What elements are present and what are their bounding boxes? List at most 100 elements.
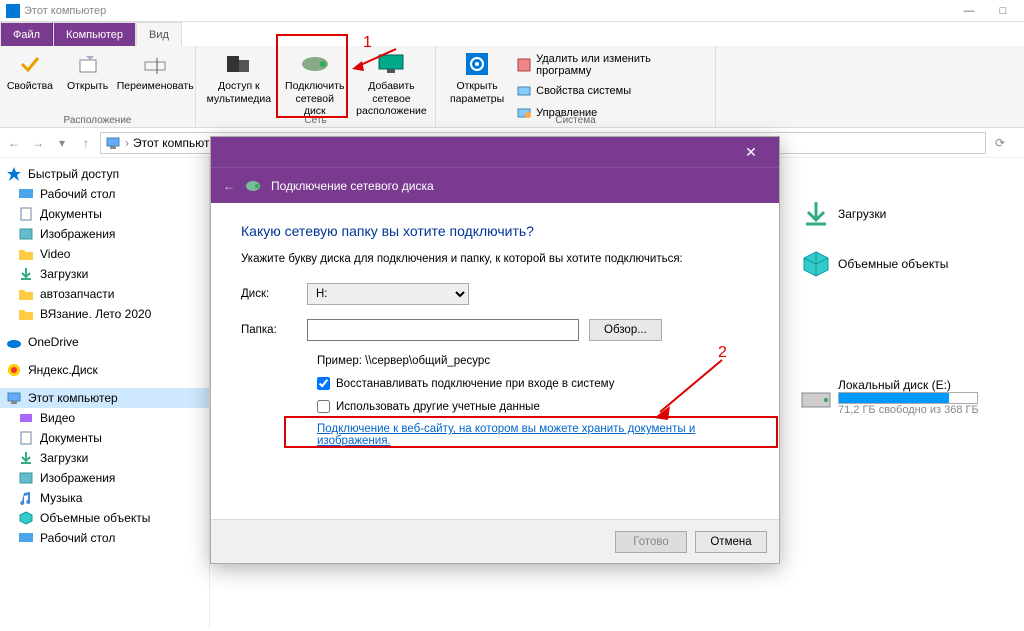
music-icon bbox=[18, 490, 34, 506]
reconnect-label: Восстанавливать подключение при входе в … bbox=[336, 378, 614, 390]
drive-select[interactable]: H: bbox=[307, 283, 469, 305]
properties-button[interactable]: Свойства bbox=[1, 48, 59, 125]
nav-video2[interactable]: Видео bbox=[0, 408, 209, 428]
web-storage-link[interactable]: Подключение к веб-сайту, на котором вы м… bbox=[317, 423, 749, 447]
pc-icon bbox=[105, 135, 121, 151]
ribbon: Свойства Открыть Переименовать Расположе… bbox=[0, 46, 1024, 128]
minimize-button[interactable]: — bbox=[954, 5, 984, 17]
tab-file[interactable]: Файл bbox=[0, 22, 53, 46]
back-icon[interactable]: ← bbox=[223, 179, 235, 193]
drive-label: Диск: bbox=[241, 288, 297, 300]
gear-icon bbox=[461, 50, 493, 78]
settings-label: Открыть параметры bbox=[450, 80, 504, 105]
nav-desktop[interactable]: Рабочий стол bbox=[0, 184, 209, 204]
desktop-icon bbox=[18, 186, 34, 202]
pictures-icon bbox=[18, 470, 34, 486]
media-access-button[interactable]: Доступ к мультимедиа bbox=[201, 48, 277, 125]
maximize-button[interactable]: □ bbox=[988, 5, 1018, 17]
pc-icon bbox=[6, 390, 22, 406]
add-location-label: Добавить сетевое расположение bbox=[356, 80, 427, 118]
item-local-disk-e[interactable]: Локальный диск (E:) 71,2 ГБ свободно из … bbox=[800, 378, 1020, 416]
other-creds-checkbox[interactable] bbox=[317, 400, 330, 413]
item-3d-objects[interactable]: Объемные объекты bbox=[800, 248, 1000, 280]
nav-onedrive[interactable]: OneDrive bbox=[0, 332, 209, 352]
cancel-button[interactable]: Отмена bbox=[695, 531, 767, 553]
dialog-header: ← Подключение сетевого диска bbox=[211, 167, 779, 203]
folder-input[interactable] bbox=[307, 319, 579, 341]
open-button[interactable]: Открыть bbox=[61, 48, 114, 125]
downloads-icon bbox=[18, 450, 34, 466]
open-label: Открыть bbox=[67, 80, 108, 93]
tab-view[interactable]: Вид bbox=[136, 22, 182, 46]
browse-button[interactable]: Обзор... bbox=[589, 319, 662, 341]
map-drive-label: Подключить сетевой диск bbox=[285, 80, 344, 118]
refresh-button[interactable]: ⟳ bbox=[990, 133, 1010, 153]
nav-pictures2[interactable]: Изображения bbox=[0, 468, 209, 488]
documents-icon bbox=[18, 206, 34, 222]
pictures-icon bbox=[18, 226, 34, 242]
nav-knitting[interactable]: ВЯзание. Лето 2020 bbox=[0, 304, 209, 324]
nav-this-pc[interactable]: Этот компьютер bbox=[0, 388, 209, 408]
folder-icon bbox=[18, 306, 34, 322]
dialog-title-text: Подключение сетевого диска bbox=[271, 179, 434, 193]
nav-chevron-down-icon[interactable]: ▾ bbox=[52, 133, 72, 153]
close-button[interactable]: ✕ bbox=[731, 138, 771, 166]
downloads-icon bbox=[800, 198, 832, 230]
nav-quick-access[interactable]: Быстрый доступ bbox=[0, 164, 209, 184]
open-icon bbox=[72, 50, 104, 78]
cube-icon bbox=[18, 510, 34, 526]
nav-music[interactable]: Музыка bbox=[0, 488, 209, 508]
network-drive-small-icon bbox=[245, 178, 261, 194]
window-titlebar: Этот компьютер — □ bbox=[0, 0, 1024, 22]
group-location-label: Расположение bbox=[0, 115, 195, 126]
dialog-instructions: Укажите букву диска для подключения и па… bbox=[241, 253, 749, 265]
item-downloads[interactable]: Загрузки bbox=[800, 198, 1000, 230]
dialog-titlebar: ✕ bbox=[211, 137, 779, 167]
nav-forward-button[interactable]: → bbox=[28, 133, 48, 153]
nav-objects3d[interactable]: Объемные объекты bbox=[0, 508, 209, 528]
video-icon bbox=[18, 410, 34, 426]
ribbon-tabs: Файл Компьютер Вид bbox=[0, 22, 1024, 46]
app-icon bbox=[6, 4, 20, 18]
system-properties-button[interactable]: Свойства системы bbox=[512, 81, 707, 101]
uninstall-button[interactable]: Удалить или изменить программу bbox=[512, 51, 707, 79]
reconnect-checkbox[interactable] bbox=[317, 377, 330, 390]
nav-video[interactable]: Video bbox=[0, 244, 209, 264]
properties-label: Свойства bbox=[7, 80, 53, 93]
nav-desktop2[interactable]: Рабочий стол bbox=[0, 528, 209, 548]
nav-yadisk[interactable]: Яндекс.Диск bbox=[0, 360, 209, 380]
nav-autopart[interactable]: автозапчасти bbox=[0, 284, 209, 304]
finish-button[interactable]: Готово bbox=[615, 531, 687, 553]
network-drive-icon bbox=[299, 50, 331, 78]
annotation-number-1: 1 bbox=[363, 34, 372, 52]
cube-icon bbox=[800, 248, 832, 280]
drive-icon bbox=[800, 381, 832, 413]
group-system-label: Система bbox=[436, 115, 715, 126]
media-icon bbox=[223, 50, 255, 78]
tab-computer[interactable]: Компьютер bbox=[53, 22, 136, 46]
map-network-drive-button[interactable]: Подключить сетевой диск bbox=[279, 48, 350, 125]
sysprops-icon bbox=[516, 83, 532, 99]
nav-downloads2[interactable]: Загрузки bbox=[0, 448, 209, 468]
annotation-arrow-1 bbox=[350, 45, 400, 75]
group-network-label: Сеть bbox=[196, 115, 435, 126]
yadisk-icon bbox=[6, 362, 22, 378]
map-network-drive-dialog: ✕ ← Подключение сетевого диска Какую сет… bbox=[210, 136, 780, 564]
other-creds-label: Использовать другие учетные данные bbox=[336, 401, 540, 413]
nav-pictures[interactable]: Изображения bbox=[0, 224, 209, 244]
nav-downloads[interactable]: Загрузки bbox=[0, 264, 209, 284]
folder-icon bbox=[18, 286, 34, 302]
cloud-icon bbox=[6, 334, 22, 350]
window-title: Этот компьютер bbox=[24, 5, 106, 17]
navigation-pane: Быстрый доступ Рабочий стол Документы Из… bbox=[0, 158, 210, 629]
nav-documents2[interactable]: Документы bbox=[0, 428, 209, 448]
nav-back-button[interactable]: ← bbox=[4, 133, 24, 153]
folder-icon bbox=[18, 246, 34, 262]
nav-documents[interactable]: Документы bbox=[0, 204, 209, 224]
nav-up-button[interactable]: ↑ bbox=[76, 133, 96, 153]
rename-button[interactable]: Переименовать bbox=[116, 48, 194, 125]
open-settings-button[interactable]: Открыть параметры bbox=[444, 48, 510, 125]
dialog-heading: Какую сетевую папку вы хотите подключить… bbox=[241, 223, 749, 239]
checkmark-icon bbox=[14, 50, 46, 78]
annotation-arrow-2 bbox=[648, 354, 728, 424]
